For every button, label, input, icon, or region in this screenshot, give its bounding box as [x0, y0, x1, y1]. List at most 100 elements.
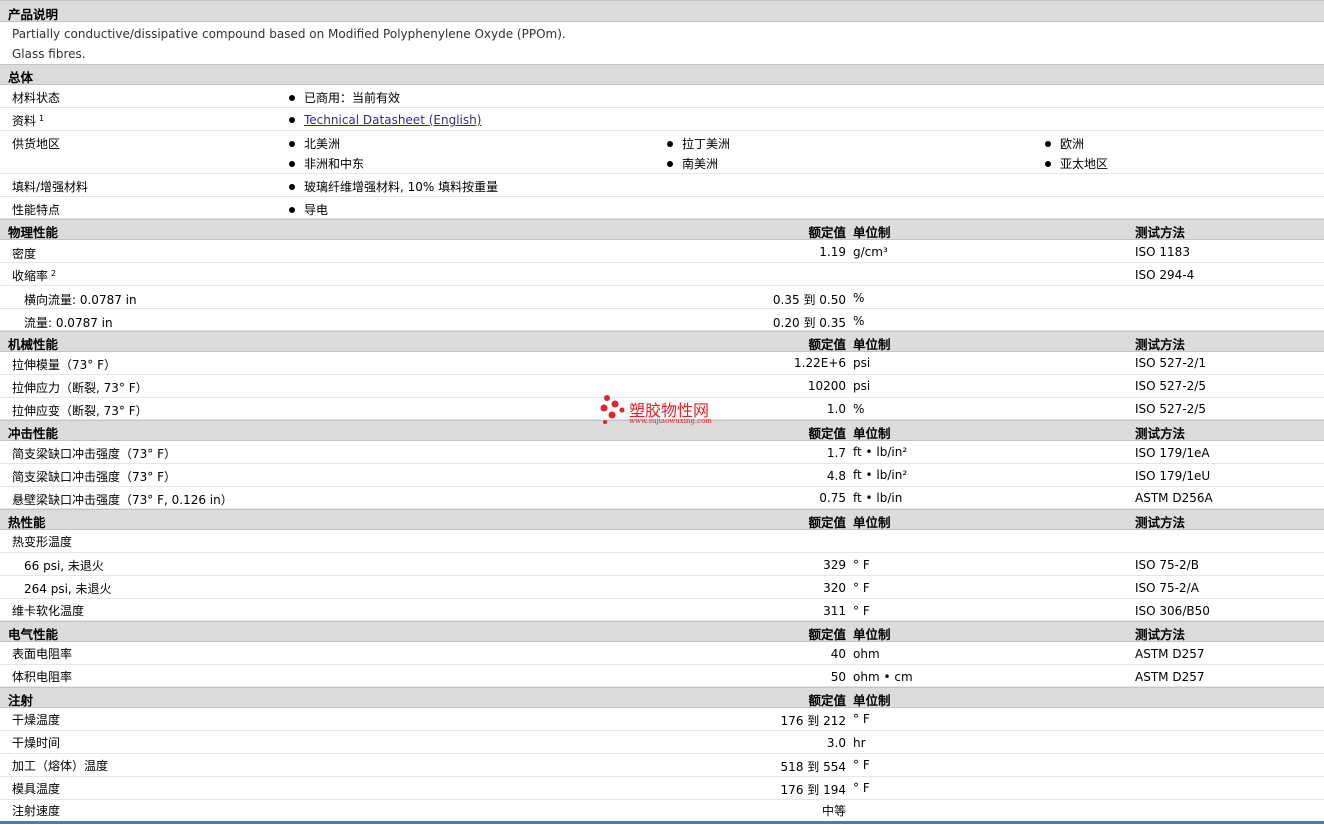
property-value: 0.35 到 0.50	[772, 293, 846, 307]
property-unit: psi	[853, 356, 871, 370]
property-label: 拉伸应变（断裂, 73° F）	[12, 404, 148, 418]
watermark-logo: 塑胶物性网 www.sujiaowuxing.com	[600, 395, 730, 432]
col-header-value: 额定值	[808, 426, 846, 441]
section-title: 注射	[8, 693, 34, 708]
general-row-availability: 供货地区 北美洲 拉丁美洲 欧洲 非洲和中东 南美洲 亚太地区	[0, 131, 1324, 174]
property-unit: ohm • cm	[853, 670, 913, 684]
bullet-icon	[1045, 140, 1051, 147]
property-unit: ° F	[853, 581, 870, 595]
property-value: 50	[830, 670, 846, 684]
section-header-mechanical: 机械性能 额定值 单位制 测试方法	[0, 331, 1324, 352]
col-header-test: 测试方法	[1135, 426, 1186, 441]
property-value: 3.0	[826, 736, 846, 750]
property-test: ASTM D256A	[1135, 491, 1213, 505]
property-label: 横向流量: 0.0787 in	[24, 293, 137, 307]
literature-item: Technical Datasheet (English)	[289, 113, 481, 127]
technical-datasheet-link[interactable]: Technical Datasheet (English)	[304, 113, 481, 127]
features-value: 导电	[289, 201, 328, 218]
general-row-filler: 填料/增强材料 玻璃纤维增强材料, 10% 填料按重量	[0, 174, 1324, 197]
property-test: ISO 527-2/1	[1135, 356, 1206, 370]
property-label: 维卡软化温度	[12, 604, 85, 618]
bullet-icon	[289, 183, 295, 190]
filler-value: 玻璃纤维增强材料, 10% 填料按重量	[289, 178, 498, 195]
section-header-injection: 注射 额定值 单位制	[0, 687, 1324, 708]
property-label: 密度	[12, 247, 37, 261]
watermark-url: www.sujiaowuxing.com	[629, 417, 712, 425]
property-value: 1.19	[819, 245, 846, 259]
property-row: 维卡软化温度 311 ° F ISO 306/B50	[0, 599, 1324, 621]
property-label: 热变形温度	[12, 535, 73, 549]
region-item: 南美洲	[667, 155, 718, 172]
property-row: 流量: 0.0787 in 0.20 到 0.35 %	[0, 309, 1324, 331]
col-header-value: 额定值	[808, 627, 846, 642]
property-row: 模具温度 176 到 194 ° F	[0, 777, 1324, 800]
bullet-icon	[289, 140, 295, 147]
property-test: ASTM D257	[1135, 670, 1205, 684]
bullet-icon	[289, 206, 295, 213]
property-label: 流量: 0.0787 in	[24, 316, 113, 330]
property-label: 模具温度	[12, 782, 61, 796]
property-unit: ft • lb/in²	[853, 445, 908, 459]
property-row: 66 psi, 未退火 329 ° F ISO 75-2/B	[0, 553, 1324, 576]
property-test: ISO 294-4	[1135, 268, 1195, 282]
property-value: 10200	[807, 379, 846, 393]
col-header-unit: 单位制	[853, 225, 891, 240]
property-unit: %	[853, 402, 865, 416]
section-title: 总体	[8, 70, 34, 85]
property-value: 1.7	[826, 446, 846, 460]
property-label: 悬壁梁缺口冲击强度（73° F, 0.126 in）	[12, 493, 233, 507]
section-header-electrical: 电气性能 额定值 单位制 测试方法	[0, 621, 1324, 642]
property-label: 干燥温度	[12, 713, 61, 727]
property-row: 264 psi, 未退火 320 ° F ISO 75-2/A	[0, 576, 1324, 599]
region-item: 亚太地区	[1045, 155, 1108, 172]
property-row: 加工（熔体）温度 518 到 554 ° F	[0, 754, 1324, 777]
property-unit: %	[853, 314, 865, 328]
property-row: 干燥时间 3.0 hr	[0, 731, 1324, 754]
section-title: 机械性能	[8, 337, 59, 352]
property-value: 329	[823, 558, 846, 572]
col-header-value: 额定值	[808, 337, 846, 352]
col-header-test: 测试方法	[1135, 337, 1186, 352]
property-row: 简支梁缺口冲击强度（73° F） 4.8 ft • lb/in² ISO 179…	[0, 464, 1324, 487]
property-value: 中等	[821, 804, 846, 818]
property-value: 311	[823, 604, 846, 618]
bullet-icon	[1045, 160, 1051, 167]
property-label: 干燥时间	[12, 736, 61, 750]
bullet-icon	[667, 140, 673, 147]
property-row: 密度 1.19 g/cm³ ISO 1183	[0, 240, 1324, 263]
bullet-icon	[667, 160, 673, 167]
property-unit: ° F	[853, 712, 870, 726]
property-row: 表面电阻率 40 ohm ASTM D257	[0, 642, 1324, 665]
region-item: 北美洲	[289, 135, 340, 152]
region-item: 非洲和中东	[289, 155, 364, 172]
col-header-value: 额定值	[808, 225, 846, 240]
property-test: ASTM D257	[1135, 647, 1205, 661]
bullet-icon	[289, 160, 295, 167]
property-unit: psi	[853, 379, 871, 393]
description-text: Glass fibres.	[12, 47, 86, 61]
property-unit: hr	[853, 736, 866, 750]
section-header-physical: 物理性能 额定值 单位制 测试方法	[0, 219, 1324, 240]
property-unit: %	[853, 291, 865, 305]
property-label: 简支梁缺口冲击强度（73° F）	[12, 447, 176, 461]
general-row-status: 材料状态 已商用：当前有效	[0, 85, 1324, 108]
bullet-icon	[289, 116, 295, 123]
section-title: 物理性能	[8, 225, 59, 240]
property-label: 收缩率 2	[12, 269, 57, 283]
col-header-test: 测试方法	[1135, 627, 1186, 642]
general-row-literature: 资料 1 Technical Datasheet (English)	[0, 108, 1324, 131]
col-header-value: 额定值	[808, 693, 846, 708]
property-value: 0.20 到 0.35	[772, 316, 846, 330]
footnote-marker: 2	[51, 269, 57, 278]
col-header-unit: 单位制	[853, 627, 891, 642]
section-title: 电气性能	[8, 627, 59, 642]
property-value: 1.22E+6	[794, 356, 846, 370]
property-test: ISO 75-2/B	[1135, 558, 1199, 572]
property-test: ISO 179/1eA	[1135, 446, 1210, 460]
property-row: 收缩率 2 ISO 294-4	[0, 263, 1324, 286]
property-unit: ft • lb/in	[853, 491, 903, 505]
property-value: 320	[823, 581, 846, 595]
property-value: 518 到 554	[780, 760, 846, 774]
property-test: ISO 306/B50	[1135, 604, 1210, 618]
region-item: 拉丁美洲	[667, 135, 730, 152]
